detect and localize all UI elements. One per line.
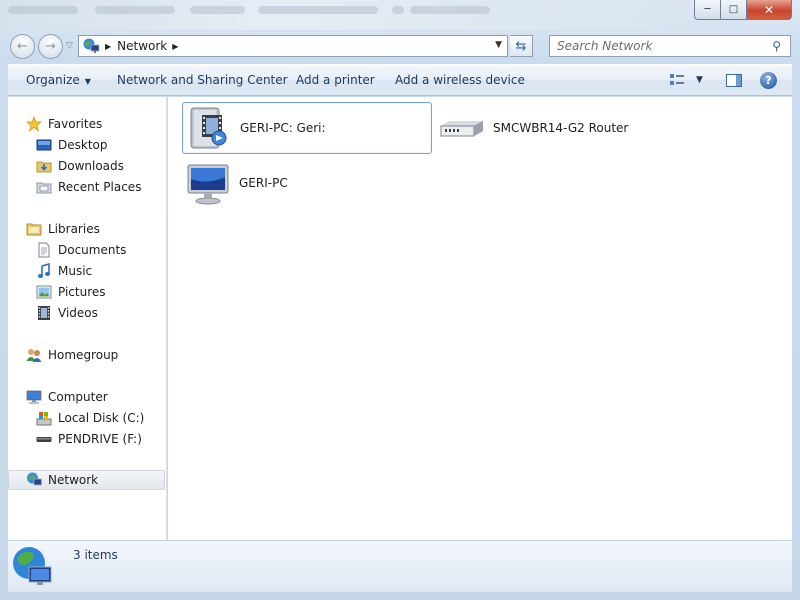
command-bar: Organize ▼ Network and Sharing Center Add… — [8, 64, 792, 96]
recent-places-icon — [36, 179, 52, 195]
network-icon — [82, 38, 100, 54]
computer-icon — [184, 159, 232, 207]
recent-pages-button[interactable]: ▽ — [66, 41, 73, 51]
sidebar-item-label: Computer — [48, 390, 108, 404]
close-icon: ✕ — [763, 2, 775, 17]
sidebar-item-label: Homegroup — [48, 348, 119, 362]
sidebar-item-label: Favorites — [48, 117, 103, 131]
refresh-icon: ⇆ — [515, 38, 527, 54]
sidebar-item-recent-places[interactable]: Recent Places — [36, 177, 141, 197]
refresh-button[interactable]: ⇆ — [510, 35, 533, 57]
sidebar-item-desktop[interactable]: Desktop — [36, 135, 108, 155]
sidebar-item-videos[interactable]: Videos — [36, 303, 98, 323]
sidebar-item-homegroup[interactable]: Homegroup — [26, 345, 118, 365]
sidebar-item-label: Network — [48, 473, 99, 487]
desktop-icon — [36, 137, 52, 153]
sidebar-item-computer[interactable]: Computer — [26, 387, 108, 407]
libraries-icon — [26, 221, 42, 237]
chevron-down-icon[interactable]: ▼ — [495, 40, 502, 50]
item-count: 3 items — [73, 548, 118, 562]
sidebar-item-pictures[interactable]: Pictures — [36, 282, 106, 302]
breadcrumb-network[interactable]: Network — [117, 39, 167, 53]
sidebar-item-label: Desktop — [58, 138, 108, 152]
network-item-media-server[interactable]: GERI-PC: Geri: — [182, 102, 432, 154]
add-printer-button[interactable]: Add a printer — [296, 73, 375, 87]
sidebar-item-label: Libraries — [48, 222, 100, 236]
sidebar-item-label: Pictures — [58, 285, 106, 299]
sidebar-item-label: Documents — [58, 243, 127, 257]
back-icon: ← — [17, 39, 28, 54]
chevron-down-icon: ▼ — [84, 77, 91, 86]
router-icon — [438, 104, 486, 152]
videos-icon — [36, 305, 52, 321]
sidebar-item-pendrive[interactable]: PENDRIVE (F:) — [36, 429, 142, 449]
preview-pane-icon[interactable] — [726, 74, 742, 87]
sidebar-item-downloads[interactable]: Downloads — [36, 156, 124, 176]
documents-icon — [36, 242, 52, 258]
removable-drive-icon — [36, 431, 52, 447]
minimize-button[interactable]: ─ — [694, 0, 721, 20]
maximize-icon: □ — [728, 4, 739, 15]
network-icon — [26, 472, 42, 488]
breadcrumb-separator[interactable]: ▶ — [172, 42, 178, 51]
organize-button[interactable]: Organize ▼ — [26, 73, 91, 87]
window-frame: ─ □ ✕ ← → ▽ ▶ Network ▶ ▼ ⇆ ⚲ Organize ▼ … — [0, 0, 800, 600]
network-item-label: GERI-PC — [239, 176, 288, 190]
background-window-blur — [0, 0, 690, 30]
sidebar-item-libraries[interactable]: Libraries — [26, 219, 100, 239]
details-pane: 3 items — [8, 540, 792, 592]
sidebar-item-label: Local Disk (C:) — [58, 411, 145, 425]
forward-button[interactable]: → — [38, 34, 63, 59]
change-view-icon[interactable] — [670, 74, 684, 86]
sidebar-item-documents[interactable]: Documents — [36, 240, 126, 260]
sidebar-item-network[interactable]: Network — [8, 470, 165, 490]
network-item-label: SMCWBR14-G2 Router — [493, 121, 629, 135]
sidebar-item-music[interactable]: Music — [36, 261, 92, 281]
network-globe-icon — [11, 545, 55, 589]
network-item-router[interactable]: SMCWBR14-G2 Router — [438, 102, 658, 154]
media-server-icon — [185, 104, 233, 152]
computer-icon — [26, 389, 42, 405]
help-icon[interactable]: ? — [760, 72, 777, 89]
view-options-chevron-icon[interactable]: ▼ — [696, 75, 703, 85]
caption-buttons: ─ □ ✕ — [694, 0, 792, 20]
search-icon[interactable]: ⚲ — [772, 39, 781, 53]
search-input[interactable] — [550, 36, 760, 56]
add-wireless-device-button[interactable]: Add a wireless device — [395, 73, 525, 87]
search-box: ⚲ — [549, 35, 791, 57]
sidebar-item-label: Downloads — [58, 159, 124, 173]
minimize-icon: ─ — [704, 4, 711, 15]
sidebar-item-label: Videos — [58, 306, 98, 320]
sidebar-item-label: Recent Places — [58, 180, 142, 194]
pictures-icon — [36, 284, 52, 300]
downloads-icon — [36, 158, 52, 174]
sidebar-item-favorites[interactable]: Favorites — [26, 114, 102, 134]
sidebar-item-local-disk[interactable]: Local Disk (C:) — [36, 408, 144, 428]
network-item-computer[interactable]: GERI-PC — [184, 157, 364, 209]
music-icon — [36, 262, 52, 279]
navigation-pane: Favorites Desktop Downloads Recent Place… — [8, 97, 167, 540]
close-button[interactable]: ✕ — [747, 0, 792, 20]
local-disk-icon — [36, 410, 52, 426]
sidebar-item-label: PENDRIVE (F:) — [58, 432, 142, 446]
content-area: GERI-PC: Geri: SMCWBR14-G2 Router GERI-P… — [168, 97, 792, 540]
address-bar[interactable]: ▶ Network ▶ ▼ — [78, 35, 508, 57]
network-item-label: GERI-PC: Geri: — [240, 121, 326, 135]
maximize-button[interactable]: □ — [721, 0, 747, 20]
homegroup-icon — [26, 347, 42, 363]
sidebar-item-label: Music — [58, 264, 93, 278]
breadcrumb-separator[interactable]: ▶ — [105, 42, 111, 51]
forward-icon: → — [45, 39, 56, 54]
network-sharing-center-button[interactable]: Network and Sharing Center — [117, 73, 288, 87]
back-button[interactable]: ← — [10, 34, 35, 59]
organize-label: Organize — [26, 73, 80, 87]
star-icon — [26, 116, 42, 132]
